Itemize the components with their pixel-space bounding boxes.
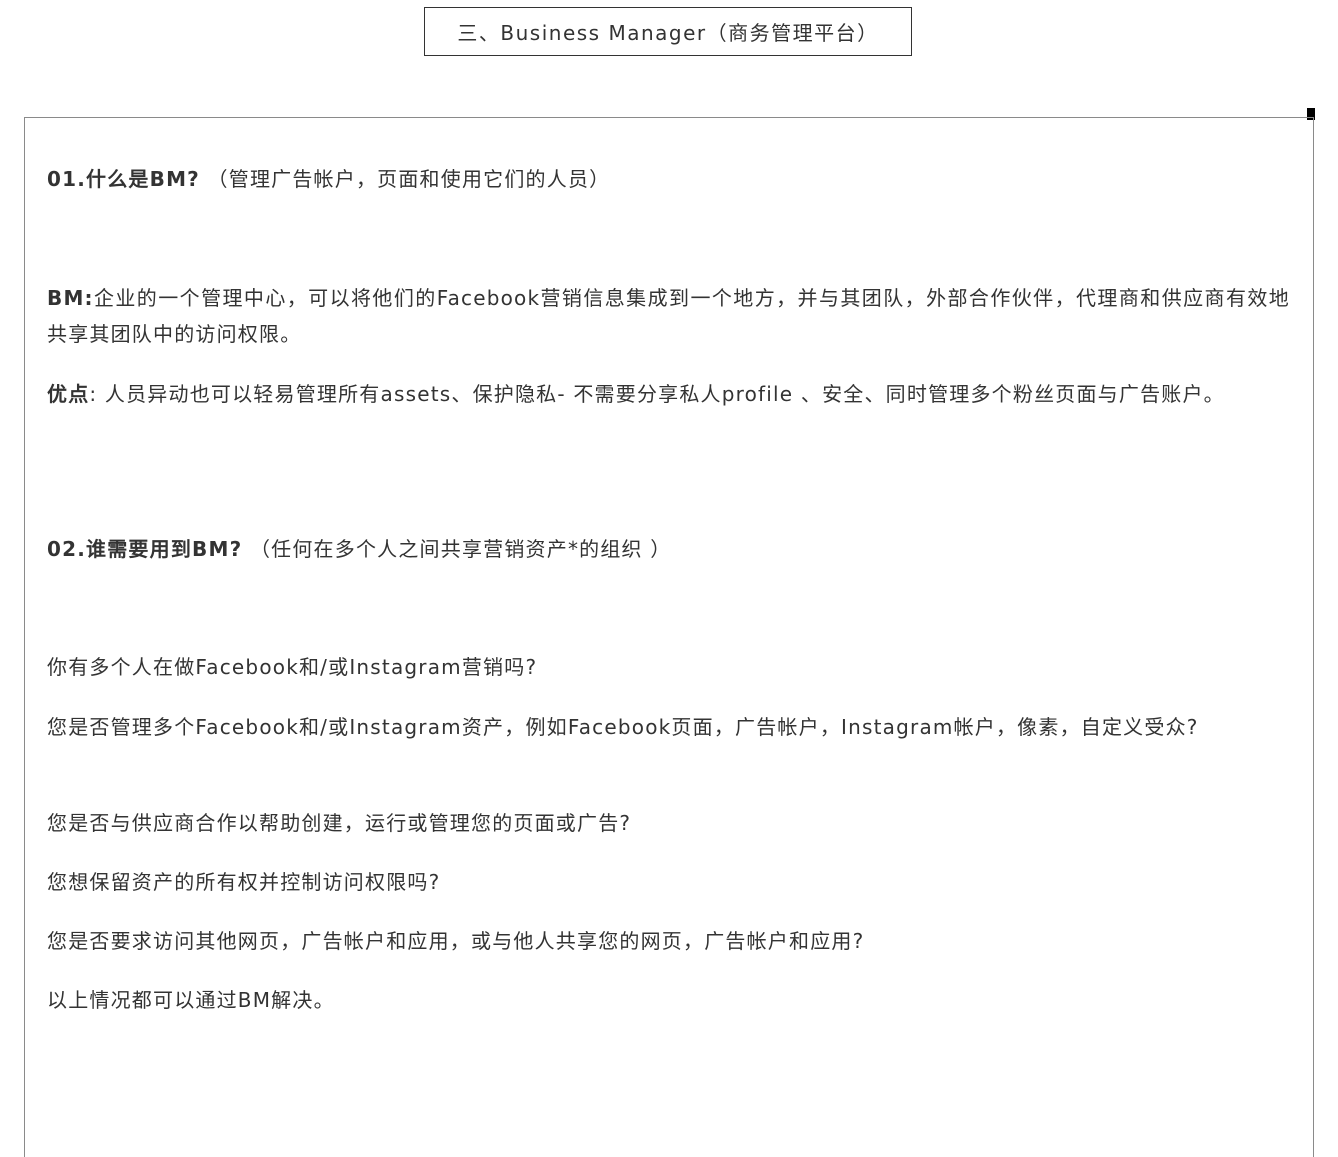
bm-definition-text: 企业的一个管理中心，可以将他们的Facebook营销信息集成到一个地方，并与其团… [47, 286, 1290, 346]
question-item: 你有多个人在做Facebook和/或Instagram营销吗? [47, 655, 538, 679]
advantages-label: 优点 [47, 382, 90, 406]
question-item: 您想保留资产的所有权并控制访问权限吗? [47, 870, 441, 894]
heading-who-needs-bm-rest: （任何在多个人之间共享营销资产*的组织 ） [249, 537, 672, 561]
bm-label: BM: [47, 286, 94, 310]
section-title: 三、Business Manager（商务管理平台） [424, 7, 912, 56]
heading-what-is-bm-rest: （管理广告帐户，页面和使用它们的人员） [207, 167, 611, 191]
question-item: 您是否与供应商合作以帮助创建，运行或管理您的页面或广告? [47, 811, 632, 835]
heading-who-needs-bm: 02.谁需要用到BM? （任何在多个人之间共享营销资产*的组织 ） [47, 531, 1290, 567]
advantages-text: : 人员异动也可以轻易管理所有assets、保护隐私- 不需要分享私人profi… [89, 382, 1225, 406]
paragraph-advantages: 优点: 人员异动也可以轻易管理所有assets、保护隐私- 不需要分享私人pro… [47, 376, 1290, 412]
question-item: 您是否要求访问其他网页，广告帐户和应用，或与他人共享您的网页，广告帐户和应用? [47, 929, 865, 953]
question-item: 您是否管理多个Facebook和/或Instagram资产，例如Facebook… [47, 715, 1199, 739]
heading-what-is-bm: 01.什么是BM? （管理广告帐户，页面和使用它们的人员） [47, 161, 1290, 197]
section-title-text: 三、Business Manager（商务管理平台） [457, 21, 879, 45]
conclusion-text: 以上情况都可以通过BM解决。 [47, 988, 335, 1012]
heading-what-is-bm-bold: 01.什么是BM? [47, 167, 200, 191]
heading-who-needs-bm-bold: 02.谁需要用到BM? [47, 537, 243, 561]
paragraph-bm-definition: BM:企业的一个管理中心，可以将他们的Facebook营销信息集成到一个地方，并… [47, 280, 1290, 352]
